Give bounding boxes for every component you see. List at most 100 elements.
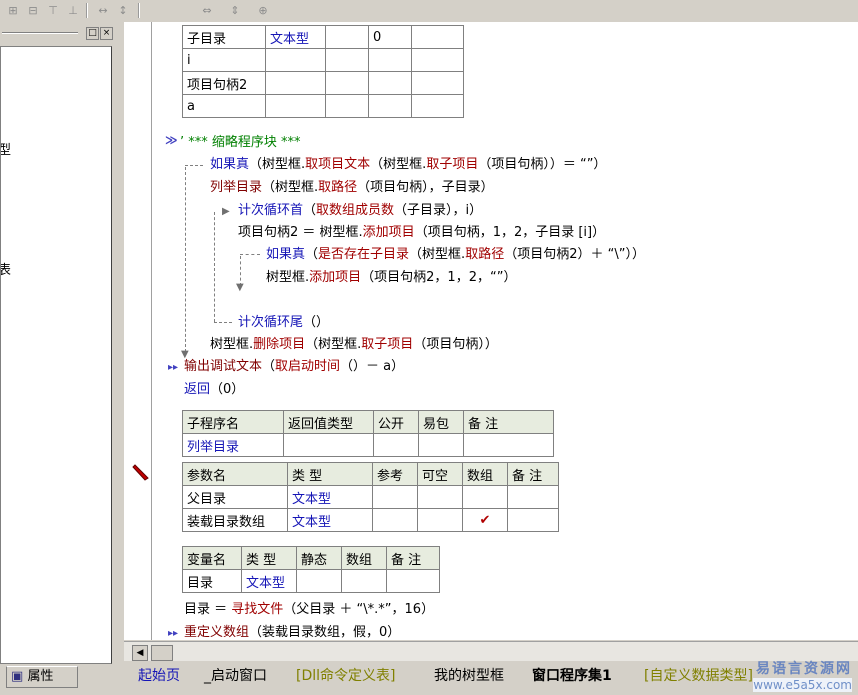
- table-cell[interactable]: [368, 48, 412, 72]
- panel-list[interactable]: 型 表: [0, 46, 112, 664]
- center-icon[interactable]: ⊕: [254, 2, 272, 19]
- close-icon[interactable]: ×: [100, 27, 113, 40]
- align-top-icon[interactable]: ⊤: [44, 2, 62, 19]
- code-line-if2[interactable]: 如果真（是否存在子目录（树型框.取路径（项目句柄2）＋ “\”））: [266, 246, 645, 264]
- properties-tab-label: 属性: [27, 669, 54, 684]
- align-center-icon[interactable]: ⊟: [24, 2, 42, 19]
- code-text: （0）: [210, 382, 245, 397]
- table-header: 备 注: [386, 546, 440, 570]
- table-cell[interactable]: [341, 569, 387, 593]
- table-cell[interactable]: [265, 48, 326, 72]
- collapse-marker-icon[interactable]: ≫: [165, 133, 178, 147]
- sub-name-cell[interactable]: 列举目录: [182, 433, 284, 457]
- code-line-loopend[interactable]: 计次循环尾（）: [238, 314, 329, 332]
- table-header: 数组: [462, 462, 508, 486]
- table-cell[interactable]: [325, 25, 369, 49]
- local-var-table: 子目录 文本型 0 i 项目句柄2 a: [182, 25, 464, 118]
- table-cell[interactable]: 项目句柄2: [182, 71, 266, 95]
- table-cell[interactable]: 父目录: [182, 485, 288, 509]
- code-line-find[interactable]: 目录 ＝ 寻找文件（父目录 ＋ “\*.*”，16）: [184, 601, 434, 619]
- table-header: 静态: [296, 546, 342, 570]
- table-cell[interactable]: 文本型: [241, 569, 297, 593]
- tab-dll-commands[interactable]: [Dll命令定义表]: [296, 665, 395, 687]
- table-cell[interactable]: [417, 485, 463, 509]
- table-cell[interactable]: [265, 71, 326, 95]
- table-cell[interactable]: [325, 94, 369, 118]
- function-name: 删除项目: [253, 337, 306, 352]
- table-cell[interactable]: [411, 71, 464, 95]
- table-cell[interactable]: [325, 71, 369, 95]
- table-cell[interactable]: [463, 433, 554, 457]
- code-line-delete[interactable]: 树型框.删除项目（树型框.取子项目（项目句柄））: [210, 336, 498, 354]
- tab-custom-datatypes[interactable]: [自定义数据类型]: [644, 665, 753, 687]
- array-check-icon[interactable]: ✔: [462, 508, 508, 532]
- table-cell[interactable]: [386, 569, 440, 593]
- code-line-add[interactable]: 树型框.添加项目（项目句柄2，1，2，“”）: [266, 269, 516, 287]
- code-line-loop[interactable]: 计次循环首（取数组成员数（子目录），i）: [238, 202, 482, 220]
- align-left-icon[interactable]: ⊞: [4, 2, 22, 19]
- table-cell[interactable]: [265, 94, 326, 118]
- scroll-thumb[interactable]: [151, 645, 173, 661]
- table-cell[interactable]: [507, 485, 559, 509]
- tab-my-treeview[interactable]: 我的树型框: [434, 665, 504, 687]
- horizontal-scrollbar[interactable]: ◀: [124, 641, 858, 662]
- code-line-if[interactable]: 如果真（树型框.取项目文本（树型框.取子项目（项目句柄））＝ “”）: [210, 156, 606, 174]
- table-cell[interactable]: [411, 25, 464, 49]
- code-text: 项目句柄2 ＝ 树型框.: [238, 225, 363, 240]
- table-row: 子目录 文本型 0: [182, 25, 464, 49]
- table-cell[interactable]: [411, 48, 464, 72]
- table-cell[interactable]: a: [182, 94, 266, 118]
- code-line-enum[interactable]: 列举目录（树型框.取路径（项目句柄），子目录）: [210, 179, 494, 197]
- scroll-left-icon[interactable]: ◀: [132, 645, 148, 661]
- properties-tab[interactable]: ▣ 属性: [6, 666, 78, 688]
- table-cell[interactable]: [325, 48, 369, 72]
- tab-startup-window[interactable]: _启动窗口: [204, 665, 267, 687]
- table-cell[interactable]: 文本型: [287, 485, 373, 509]
- table-cell[interactable]: 0: [368, 25, 412, 49]
- exec-marker-icon: ▸▸: [168, 362, 179, 373]
- function-name: 寻找文件: [231, 602, 284, 617]
- table-cell[interactable]: [462, 485, 508, 509]
- function-name: 输出调试文本: [184, 359, 263, 374]
- code-line-assign[interactable]: 项目句柄2 ＝ 树型框.添加项目（项目句柄，1，2，子目录 [i]）: [238, 224, 605, 242]
- table-cell[interactable]: [411, 94, 464, 118]
- table-cell[interactable]: [296, 569, 342, 593]
- h-space-icon[interactable]: ⇔: [198, 2, 216, 19]
- code-text: （装载目录数组，假，0）: [249, 625, 401, 640]
- same-height-icon[interactable]: ↕: [114, 2, 132, 19]
- table-cell[interactable]: [507, 508, 559, 532]
- code-editor[interactable]: 子目录 文本型 0 i 项目句柄2 a ≫ ’ *** 缩略程序块 *** ▼ …: [124, 22, 858, 640]
- table-cell[interactable]: 装载目录数组: [182, 508, 288, 532]
- same-width-icon[interactable]: ↔: [94, 2, 112, 19]
- table-cell[interactable]: [368, 71, 412, 95]
- table-header: 子程序名: [182, 410, 284, 434]
- table-cell[interactable]: 文本型: [265, 25, 326, 49]
- table-cell[interactable]: [372, 508, 418, 532]
- toolbar-separator: [86, 3, 88, 18]
- table-cell[interactable]: [373, 433, 419, 457]
- flow-arrow-icon: ▼: [236, 282, 244, 293]
- table-cell[interactable]: [372, 485, 418, 509]
- panel-titlebar: □ ×: [0, 25, 116, 41]
- flow-line: [185, 167, 186, 352]
- tab-start-page[interactable]: 起始页: [138, 665, 180, 687]
- table-cell[interactable]: i: [182, 48, 266, 72]
- code-line-redim[interactable]: 重定义数组（装载目录数组，假，0）: [184, 624, 400, 640]
- restore-icon[interactable]: □: [86, 27, 99, 40]
- table-cell[interactable]: [418, 433, 464, 457]
- table-cell[interactable]: 子目录: [182, 25, 266, 49]
- code-text: 目录 ＝: [184, 602, 232, 617]
- code-comment[interactable]: ’ *** 缩略程序块 ***: [180, 134, 301, 152]
- code-text: （父目录 ＋ “\*.*”，16）: [283, 602, 435, 617]
- table-cell[interactable]: 目录: [182, 569, 242, 593]
- tab-window-assembly[interactable]: 窗口程序集1: [532, 665, 612, 687]
- table-cell[interactable]: [368, 94, 412, 118]
- v-space-icon[interactable]: ⇕: [226, 2, 244, 19]
- code-text: （）－ a）: [340, 359, 405, 374]
- table-cell[interactable]: [283, 433, 374, 457]
- align-bottom-icon[interactable]: ⊥: [64, 2, 82, 19]
- code-line-debug[interactable]: 输出调试文本（取启动时间（）－ a）: [184, 358, 404, 376]
- table-cell[interactable]: 文本型: [287, 508, 373, 532]
- table-cell[interactable]: [417, 508, 463, 532]
- code-line-return[interactable]: 返回（0）: [184, 381, 244, 399]
